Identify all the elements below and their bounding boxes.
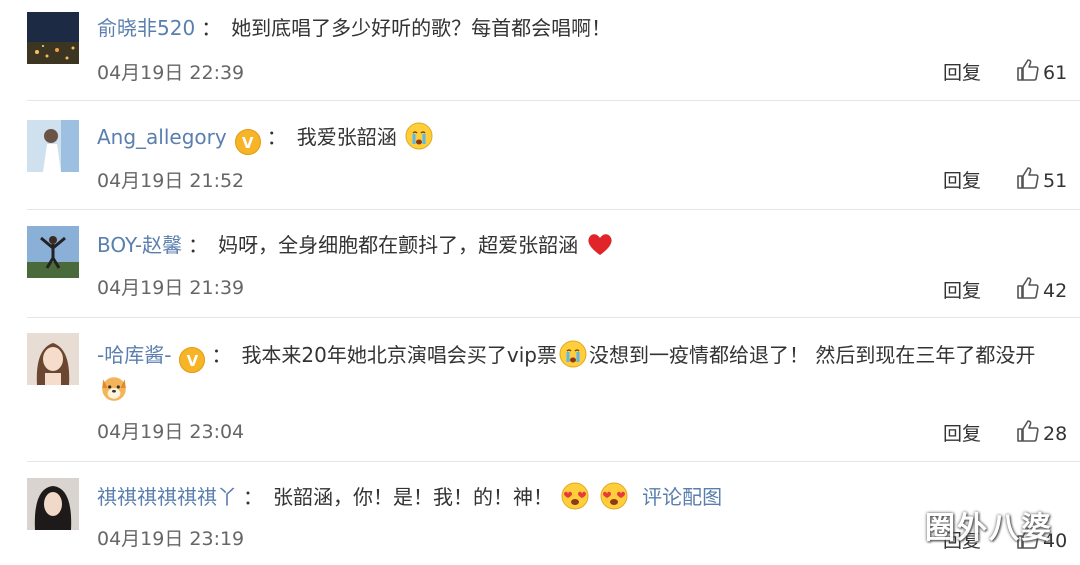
heart-eyes-face-icon — [561, 482, 589, 510]
timestamp: 04月19日 21:39 — [97, 277, 245, 299]
heart-eyes-face-icon — [600, 482, 628, 510]
like-button[interactable]: 42 — [1016, 276, 1067, 302]
timestamp: 04月19日 22:39 — [97, 62, 245, 84]
red-heart-icon — [588, 234, 613, 255]
timestamp: 04月19日 23:19 — [97, 528, 245, 550]
comment-text-continued: 没想到一疫情都给退了！ 然后到现在三年了都没开 — [588, 343, 1036, 367]
comment-text: 我爱张韶涵 — [296, 125, 397, 149]
like-count: 51 — [1043, 170, 1068, 192]
dog-face-icon — [102, 377, 126, 401]
avatar[interactable] — [27, 478, 79, 530]
avatar[interactable] — [27, 333, 79, 385]
username[interactable]: 俞晓非520 — [97, 16, 195, 40]
username[interactable]: 祺祺祺祺祺祺丫 — [97, 485, 237, 509]
like-count: 28 — [1043, 423, 1068, 445]
comment-text: 我本来20年她北京演唱会买了vip票 — [241, 343, 557, 367]
separator: ： — [188, 233, 209, 257]
like-count: 42 — [1043, 280, 1068, 302]
avatar[interactable] — [27, 120, 79, 172]
like-button[interactable]: 61 — [1016, 58, 1067, 84]
separator: ： — [201, 16, 222, 40]
crying-face-icon — [405, 122, 433, 150]
verified-badge-icon: V — [234, 129, 261, 155]
divider — [27, 317, 1080, 318]
comment-text: 妈呀，全身细胞都在颤抖了，超爱张韶涵 — [218, 233, 579, 257]
watermark: 圈外八婆 — [925, 511, 1053, 546]
thumbs-up-icon — [1017, 59, 1039, 81]
thumbs-up-icon — [1017, 167, 1039, 189]
thumbs-up-icon — [1017, 420, 1039, 442]
crying-face-icon — [559, 340, 587, 368]
comment-text: 张韶涵，你！是！我！的！神！ — [273, 485, 553, 509]
timestamp: 04月19日 23:04 — [97, 421, 245, 443]
like-button[interactable]: 28 — [1016, 419, 1067, 445]
divider — [27, 461, 1080, 462]
timestamp: 04月19日 21:52 — [97, 170, 245, 192]
divider — [27, 209, 1080, 210]
divider — [27, 100, 1080, 101]
thumbs-up-icon — [1017, 277, 1039, 299]
username[interactable]: BOY-赵馨 — [97, 233, 182, 257]
reply-button[interactable]: 回复 — [943, 166, 981, 193]
username[interactable]: -哈库酱- — [97, 343, 171, 367]
verified-badge-icon: V — [179, 347, 206, 373]
separator: ： — [243, 485, 263, 509]
comment-text: 她到底唱了多少好听的歌？每首都会唱啊！ — [231, 16, 612, 40]
reply-button[interactable]: 回复 — [943, 419, 981, 446]
like-count: 61 — [1043, 62, 1068, 84]
username[interactable]: Ang_allegory — [97, 125, 227, 149]
like-button[interactable]: 51 — [1016, 166, 1067, 192]
avatar[interactable] — [27, 12, 79, 64]
avatar[interactable] — [27, 226, 79, 278]
reply-button[interactable]: 回复 — [943, 276, 981, 303]
comment-image-link[interactable]: 评论配图 — [642, 485, 722, 509]
reply-button[interactable]: 回复 — [943, 58, 981, 85]
separator: ： — [266, 125, 287, 149]
separator: ： — [211, 343, 232, 367]
